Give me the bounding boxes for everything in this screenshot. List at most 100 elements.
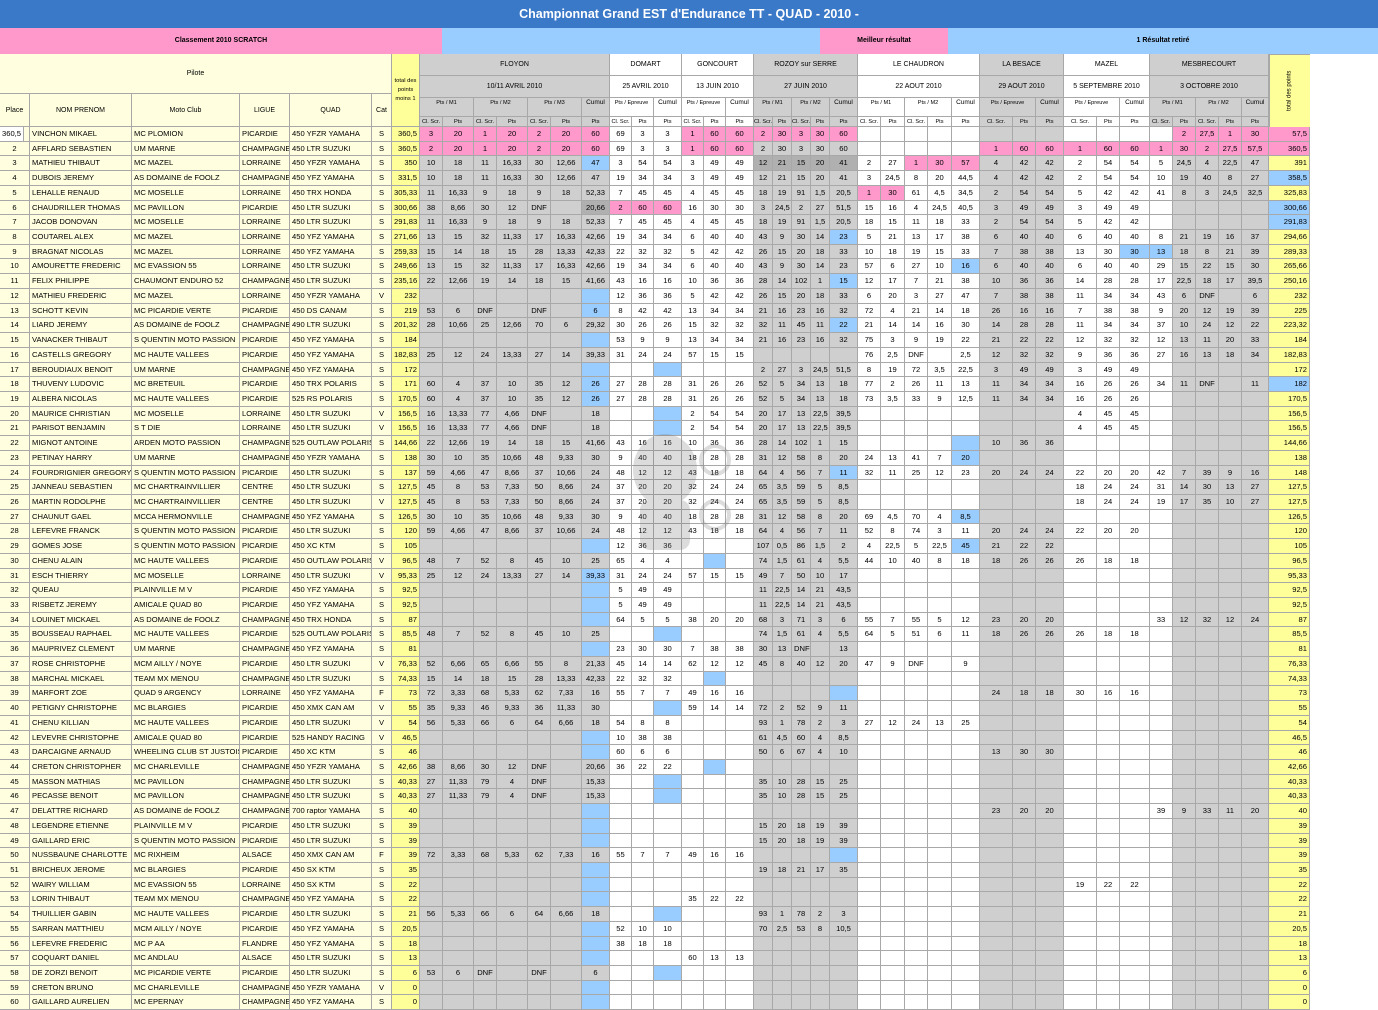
place: 9	[0, 244, 30, 260]
result-cell: 4	[773, 465, 792, 481]
result-cell	[980, 863, 1013, 878]
sub-pts: Pts	[1242, 117, 1269, 127]
result-cell: 43	[610, 274, 632, 289]
result-cell	[811, 759, 830, 775]
cat: S	[372, 642, 392, 657]
final-total: 182	[1269, 377, 1310, 392]
result-cell: 40	[654, 450, 682, 466]
result-cell: 18	[551, 185, 582, 201]
result-cell: 10,66	[497, 509, 528, 525]
result-cell	[420, 612, 443, 628]
result-cell: 13,33	[443, 406, 474, 422]
result-cell	[952, 833, 980, 849]
result-cell: 6,66	[551, 715, 582, 731]
result-cell	[1242, 509, 1269, 525]
result-cell	[1173, 921, 1196, 937]
result-cell	[928, 701, 952, 716]
result-cell: 17	[528, 230, 551, 245]
round-name-1: DOMART	[610, 54, 682, 76]
result-cell: 24	[1036, 524, 1064, 540]
result-cell	[980, 995, 1013, 1010]
result-cell: 52	[754, 391, 773, 407]
result-cell: 34	[1036, 377, 1064, 392]
total: 138	[392, 450, 420, 466]
result-cell: 55	[610, 686, 632, 702]
result-cell	[980, 598, 1013, 613]
moto-club: MC MOSELLE	[132, 406, 240, 422]
result-cell	[1013, 789, 1036, 805]
result-cell	[858, 774, 881, 790]
place: 58	[0, 966, 30, 981]
result-cell	[858, 436, 881, 451]
place: 35	[0, 627, 30, 643]
result-cell	[682, 627, 704, 643]
result-cell	[1036, 656, 1064, 672]
result-cell	[1036, 936, 1064, 952]
result-cell: 18	[726, 465, 754, 481]
result-cell: 19	[773, 185, 792, 201]
result-cell	[497, 642, 528, 657]
result-cell: 11	[952, 524, 980, 540]
result-cell	[420, 362, 443, 378]
result-cell	[1196, 642, 1219, 657]
result-cell	[1173, 553, 1196, 569]
result-cell: 20	[497, 141, 528, 157]
result-cell: 30	[726, 200, 754, 216]
result-cell	[497, 980, 528, 996]
result-cell: 5,33	[497, 686, 528, 702]
result-cell	[1196, 406, 1219, 422]
result-cell	[881, 921, 905, 937]
result-cell	[811, 877, 830, 893]
result-cell: 57	[682, 347, 704, 363]
total: 201,32	[392, 318, 420, 334]
result-cell	[1173, 715, 1196, 731]
round-3-group-1: Pts / M2	[792, 98, 830, 117]
result-cell: 15	[704, 568, 726, 584]
result-cell: 14	[726, 701, 754, 716]
result-cell: 4,5	[881, 509, 905, 525]
result-cell: 68	[754, 612, 773, 628]
moto-club: MC MOSELLE	[132, 185, 240, 201]
result-cell: 12	[1173, 612, 1196, 628]
result-cell	[773, 759, 792, 775]
result-cell: 20	[654, 480, 682, 495]
quad: 450 YFZ YAMAHA	[290, 642, 372, 657]
result-cell: 6	[582, 303, 610, 319]
result-cell	[928, 656, 952, 672]
result-cell: 3,5	[773, 495, 792, 510]
result-cell: 3	[682, 171, 704, 186]
result-cell: 28	[654, 391, 682, 407]
result-cell: 16	[1064, 391, 1097, 407]
round-1-cumul: Cumul	[654, 98, 682, 117]
place: 46	[0, 789, 30, 805]
pilot-name: ALBERA NICOLAS	[30, 391, 132, 407]
result-cell: 47	[582, 156, 610, 172]
result-cell	[754, 759, 773, 775]
result-cell: 41	[1150, 185, 1173, 201]
cat: S	[372, 966, 392, 981]
result-cell: 33	[830, 288, 858, 304]
result-cell	[1013, 966, 1036, 981]
result-cell: 6	[1064, 259, 1097, 275]
result-cell: 3	[858, 171, 881, 186]
result-cell: 17	[773, 421, 792, 437]
result-cell: 49	[1036, 200, 1064, 216]
moto-club: MC CHARTRAINVILLIER	[132, 480, 240, 495]
result-cell	[551, 362, 582, 378]
total: 300,66	[392, 200, 420, 216]
result-cell	[1219, 509, 1242, 525]
result-cell	[632, 421, 654, 437]
result-cell: 54	[726, 421, 754, 437]
result-cell	[928, 848, 952, 863]
result-cell: 9	[1150, 303, 1173, 319]
result-cell	[551, 406, 582, 422]
result-cell: 14	[497, 436, 528, 451]
result-cell: 78	[792, 715, 811, 731]
result-cell: 18	[1120, 553, 1150, 569]
result-cell: 29	[1150, 259, 1173, 275]
result-cell	[1219, 391, 1242, 407]
result-cell	[928, 951, 952, 967]
result-cell	[1120, 921, 1150, 937]
pilot-name: LIARD JEREMY	[30, 318, 132, 334]
result-cell	[1242, 421, 1269, 437]
